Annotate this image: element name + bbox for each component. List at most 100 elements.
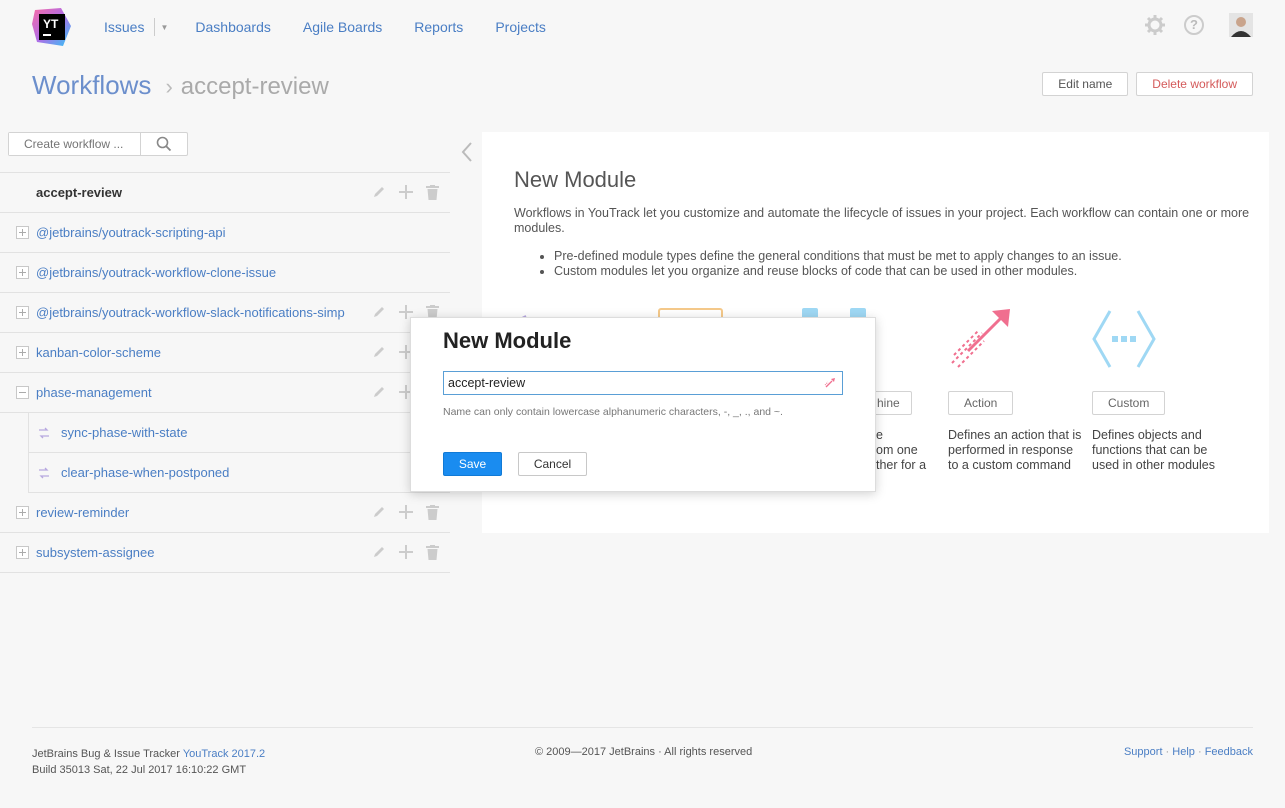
trash-icon[interactable] <box>426 504 439 520</box>
list-item[interactable]: @jetbrains/youtrack-workflow-slack-notif… <box>0 293 450 333</box>
logo-text: YT <box>43 17 59 31</box>
module-name[interactable]: clear-phase-when-postponed <box>61 465 229 480</box>
workflow-name[interactable]: accept-review <box>36 185 122 200</box>
list-item[interactable]: review-reminder <box>0 493 450 533</box>
support-link[interactable]: Support <box>1124 746 1163 758</box>
state-machine-icon <box>39 467 49 479</box>
row-actions <box>372 344 414 360</box>
chevron-down-icon[interactable]: ▼ <box>160 23 168 32</box>
title-actions: Edit name Delete workflow <box>1042 72 1253 96</box>
page-title[interactable]: Workflows <box>32 70 151 101</box>
plus-icon[interactable] <box>398 544 414 560</box>
module-type-custom: Custom Defines objects and functions tha… <box>1092 307 1232 472</box>
delete-workflow-button[interactable]: Delete workflow <box>1136 72 1253 96</box>
custom-code-icon <box>1092 310 1156 368</box>
avatar[interactable] <box>1229 13 1253 37</box>
footer-links: Support · Help · Feedback <box>1124 746 1253 758</box>
plus-icon[interactable] <box>398 184 414 200</box>
list-item[interactable]: clear-phase-when-postponed <box>28 453 450 493</box>
nav-issues[interactable]: Issues ▼ <box>104 18 168 36</box>
feedback-link[interactable]: Feedback <box>1205 746 1253 758</box>
nav-separator <box>154 18 156 36</box>
workflow-name[interactable]: subsystem-assignee <box>36 545 155 560</box>
expand-icon[interactable] <box>16 506 29 519</box>
workflow-name[interactable]: review-reminder <box>36 505 129 520</box>
main-nav: Issues ▼ Dashboards Agile Boards Reports… <box>104 18 578 36</box>
create-workflow-input[interactable] <box>9 133 141 155</box>
color-picker-icon[interactable] <box>824 377 836 389</box>
custom-description: Defines objects and functions that can b… <box>1092 428 1215 472</box>
gear-icon[interactable] <box>1144 14 1166 36</box>
create-workflow-box <box>8 132 188 156</box>
panel-description: Workflows in YouTrack let you customize … <box>514 206 1250 235</box>
expand-icon[interactable] <box>16 306 29 319</box>
action-description: Defines an action that is performed in r… <box>948 428 1082 472</box>
nav-issues-label[interactable]: Issues <box>104 19 144 35</box>
footer-build: Build 35013 Sat, 22 Jul 2017 16:10:22 GM… <box>32 764 247 776</box>
workflow-name[interactable]: @jetbrains/youtrack-scripting-api <box>36 225 226 240</box>
row-actions <box>372 384 414 400</box>
header-right: ? <box>1144 13 1253 37</box>
list-item[interactable]: @jetbrains/youtrack-scripting-api <box>0 213 450 253</box>
trash-icon[interactable] <box>426 544 439 560</box>
save-button[interactable]: Save <box>443 452 502 476</box>
pencil-icon[interactable] <box>372 305 386 319</box>
module-name-input[interactable] <box>444 372 814 394</box>
row-actions <box>372 184 439 200</box>
nav-agile-boards[interactable]: Agile Boards <box>303 19 382 35</box>
chevron-left-icon[interactable] <box>460 140 474 164</box>
youtrack-logo[interactable]: YT <box>31 6 73 48</box>
expand-icon[interactable] <box>16 266 29 279</box>
expand-icon[interactable] <box>16 226 29 239</box>
row-actions <box>372 544 439 560</box>
trash-icon[interactable] <box>426 184 439 200</box>
list-item[interactable]: subsystem-assignee <box>0 533 450 573</box>
custom-button[interactable]: Custom <box>1092 391 1166 415</box>
plus-icon[interactable] <box>398 504 414 520</box>
breadcrumb: Workflows › accept-review <box>32 70 329 101</box>
workflow-list: accept-review @jetbrains/youtrack-script… <box>0 172 450 573</box>
row-actions <box>372 504 439 520</box>
edit-name-button[interactable]: Edit name <box>1042 72 1129 96</box>
workflow-name[interactable]: @jetbrains/youtrack-workflow-slack-notif… <box>36 305 345 320</box>
pencil-icon[interactable] <box>372 505 386 519</box>
action-arrow-icon <box>951 309 1010 368</box>
list-item[interactable]: phase-management <box>0 373 450 413</box>
list-item[interactable]: kanban-color-scheme <box>0 333 450 373</box>
search-icon <box>156 136 172 152</box>
nav-reports[interactable]: Reports <box>414 19 463 35</box>
expand-icon[interactable] <box>16 346 29 359</box>
pencil-icon[interactable] <box>372 545 386 559</box>
nav-projects[interactable]: Projects <box>495 19 546 35</box>
dialog-title: New Module <box>443 328 572 353</box>
footer-dot: · <box>1194 746 1205 758</box>
module-type-action: Action Defines an action that is perform… <box>948 307 1088 472</box>
cancel-button[interactable]: Cancel <box>518 452 587 476</box>
help-link[interactable]: Help <box>1172 746 1195 758</box>
footer-product-prefix: JetBrains Bug & Issue Tracker <box>32 748 183 760</box>
pencil-icon[interactable] <box>372 345 386 359</box>
footer-copyright: © 2009—2017 JetBrains · All rights reser… <box>535 746 753 758</box>
footer-product-link[interactable]: YouTrack 2017.2 <box>183 748 265 760</box>
nav-dashboards[interactable]: Dashboards <box>195 19 271 35</box>
breadcrumb-separator: › <box>165 74 173 99</box>
workflow-name[interactable]: kanban-color-scheme <box>36 345 161 360</box>
pencil-icon[interactable] <box>372 385 386 399</box>
bullet-item: Pre-defined module types define the gene… <box>554 249 1122 264</box>
action-button[interactable]: Action <box>948 391 1014 415</box>
expand-icon[interactable] <box>16 546 29 559</box>
top-header: YT Issues ▼ Dashboards Agile Boards Repo… <box>0 0 1285 52</box>
list-item[interactable]: @jetbrains/youtrack-workflow-clone-issue <box>0 253 450 293</box>
list-item[interactable]: accept-review <box>0 173 450 213</box>
list-item[interactable]: sync-phase-with-state <box>28 413 450 453</box>
search-button[interactable] <box>141 133 187 155</box>
footer: JetBrains Bug & Issue Tracker YouTrack 2… <box>32 727 1253 776</box>
bullet-item: Custom modules let you organize and reus… <box>554 264 1122 279</box>
pencil-icon[interactable] <box>372 185 386 199</box>
help-icon[interactable]: ? <box>1184 15 1204 35</box>
footer-dot: · <box>1162 746 1173 758</box>
module-name[interactable]: sync-phase-with-state <box>61 425 187 440</box>
workflow-name[interactable]: phase-management <box>36 385 152 400</box>
workflow-name[interactable]: @jetbrains/youtrack-workflow-clone-issue <box>36 265 276 280</box>
collapse-icon[interactable] <box>16 386 29 399</box>
